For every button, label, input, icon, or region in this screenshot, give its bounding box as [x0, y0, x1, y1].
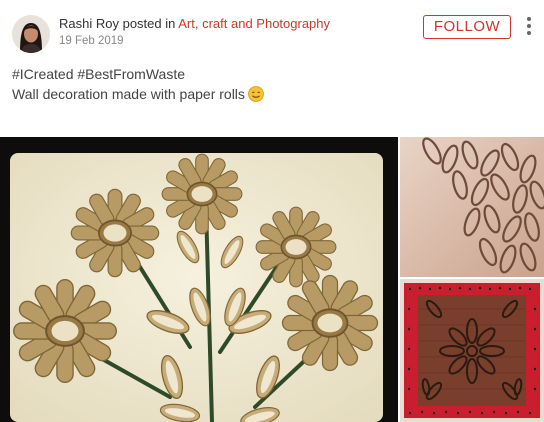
more-options-icon[interactable]	[522, 14, 536, 40]
avatar[interactable]	[12, 15, 50, 53]
author-line: Rashi Roy posted in Art, craft and Photo…	[59, 16, 330, 31]
author-name[interactable]: Rashi Roy	[59, 16, 119, 31]
thumbnail-photo-2[interactable]	[400, 279, 544, 422]
post-caption: Wall decoration made with paper rolls	[12, 86, 245, 102]
community-link[interactable]: Art, craft and Photography	[178, 16, 330, 31]
posted-in-label: posted in	[122, 16, 176, 31]
post-date: 19 Feb 2019	[59, 35, 124, 47]
photo-gallery	[0, 137, 544, 422]
post-header: Rashi Roy posted in Art, craft and Photo…	[0, 0, 544, 60]
thumbnail-photo-1[interactable]	[400, 137, 544, 277]
main-photo[interactable]	[0, 137, 398, 422]
post-caption-line: Wall decoration made with paper rolls	[12, 84, 264, 104]
post-hashtags[interactable]: #ICreated #BestFromWaste	[12, 64, 264, 84]
follow-button[interactable]: FOLLOW	[423, 15, 511, 39]
post-text: #ICreated #BestFromWaste Wall decoration…	[12, 64, 264, 104]
smiling-face-emoji-icon	[248, 86, 264, 102]
